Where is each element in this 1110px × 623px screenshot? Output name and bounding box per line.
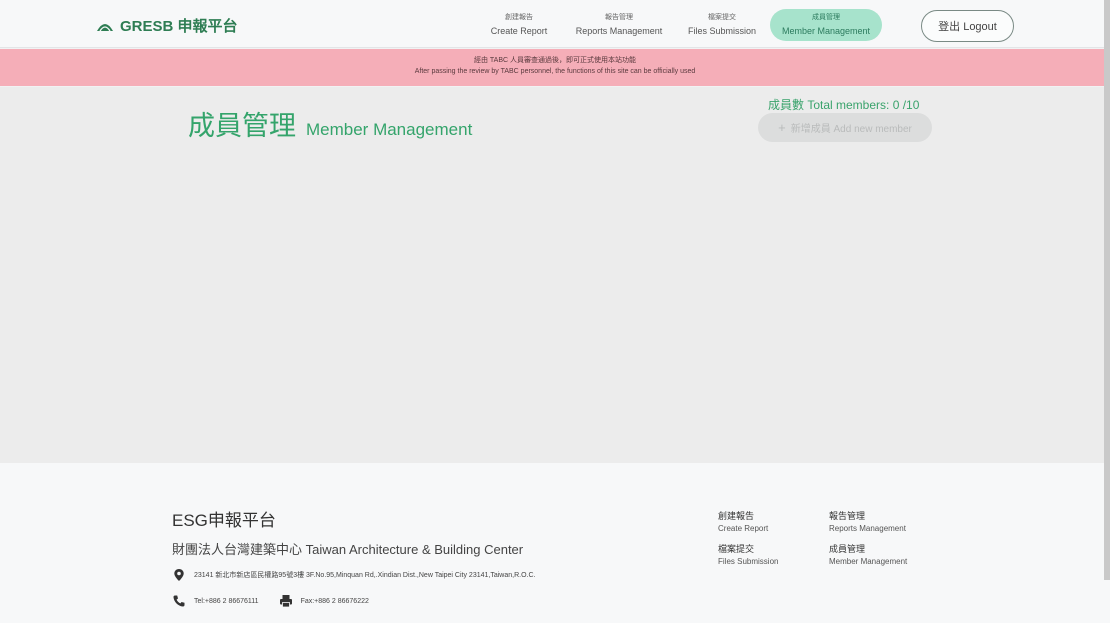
footer-link-reports-management[interactable]: 報告管理 Reports Management — [829, 510, 939, 534]
footer-link-files-submission[interactable]: 檔案提交 Files Submission — [718, 543, 829, 567]
dome-logo-icon — [97, 23, 113, 31]
fax-printer-icon — [279, 595, 292, 608]
plus-icon: + — [778, 120, 786, 135]
footer-link-create-report[interactable]: 創建報告 Create Report — [718, 510, 829, 534]
address-text: 23141 新北市新店區民權路95號3樓 3F.No.95,Minquan Rd… — [194, 572, 536, 579]
nav-files-submission[interactable]: 檔案提交 Files Submission — [678, 9, 766, 41]
nav-member-management[interactable]: 成員管理 Member Management — [770, 9, 882, 41]
footer-link-en: Files Submission — [718, 557, 779, 566]
footer-link-en: Reports Management — [829, 524, 906, 533]
top-navbar: GRESB 申報平台 創建報告 Create Report 報告管理 Repor… — [0, 0, 1110, 48]
nav-create-report[interactable]: 創建報告 Create Report — [478, 9, 560, 41]
footer-link-en: Create Report — [718, 524, 769, 533]
nav-label-zh: 報告管理 — [605, 14, 633, 21]
location-pin-icon — [174, 569, 184, 581]
page-title: 成員管理 Member Management — [188, 104, 472, 143]
footer-link-zh: 報告管理 — [829, 511, 866, 521]
tel-text: Tel:+886 2 86676111 — [194, 597, 259, 605]
page-title-en: Member Management — [306, 120, 473, 139]
nav-label-en: Create Report — [490, 26, 548, 36]
nav-label-zh: 檔案提交 — [708, 14, 736, 21]
page-title-zh: 成員管理 — [188, 111, 296, 141]
phone-icon — [173, 595, 185, 607]
fax-text: Fax:+886 2 86676222 — [300, 597, 369, 605]
nav-label-en: Files Submission — [687, 26, 757, 36]
vertical-scrollbar[interactable] — [1104, 0, 1110, 580]
fax-group: Fax:+886 2 86676222 — [279, 594, 369, 608]
notice-text-zh: 經由 TABC 人員審查通過後，即可正式使用本站功能 — [473, 57, 637, 64]
brand-logo[interactable]: GRESB 申報平台 — [96, 15, 238, 36]
footer-title: ESG申報平台 — [172, 511, 276, 530]
footer-contact: Tel:+886 2 86676111 Fax:+886 2 86676222 — [172, 594, 369, 608]
nav-label-zh: 成員管理 — [812, 14, 840, 21]
footer: ESG申報平台 財團法人台灣建築中心 Taiwan Architecture &… — [0, 463, 1110, 623]
nav-label-en: Member Management — [781, 26, 871, 36]
main-content: 成員管理 Member Management 成員數 Total members… — [0, 87, 1110, 463]
logout-button[interactable]: 登出 Logout — [921, 10, 1014, 42]
nav-label-zh: 創建報告 — [505, 14, 533, 21]
footer-links: 創建報告 Create Report 報告管理 Reports Manageme… — [718, 510, 939, 567]
nav-label-en: Reports Management — [575, 26, 663, 36]
footer-link-zh: 檔案提交 — [718, 544, 755, 554]
main-nav: 創建報告 Create Report 報告管理 Reports Manageme… — [478, 9, 882, 41]
footer-organization: 財團法人台灣建築中心 Taiwan Architecture & Buildin… — [172, 542, 524, 557]
footer-link-en: Member Management — [829, 557, 908, 566]
footer-link-zh: 成員管理 — [829, 544, 866, 554]
review-notice-banner: 經由 TABC 人員審查通過後，即可正式使用本站功能 After passing… — [0, 49, 1110, 86]
footer-link-zh: 創建報告 — [718, 511, 755, 521]
add-member-button[interactable]: + 新增成員 Add new member — [758, 113, 932, 142]
add-member-label: 新增成員 Add new member — [790, 124, 912, 135]
member-count: 成員數 Total members: 0 /10 — [768, 98, 920, 112]
notice-text-en: After passing the review by TABC personn… — [414, 68, 696, 75]
footer-address: 23141 新北市新店區民權路95號3樓 3F.No.95,Minquan Rd… — [172, 568, 535, 582]
brand-name: GRESB 申報平台 — [120, 18, 238, 35]
nav-reports-management[interactable]: 報告管理 Reports Management — [560, 9, 678, 41]
footer-link-member-management[interactable]: 成員管理 Member Management — [829, 543, 939, 567]
